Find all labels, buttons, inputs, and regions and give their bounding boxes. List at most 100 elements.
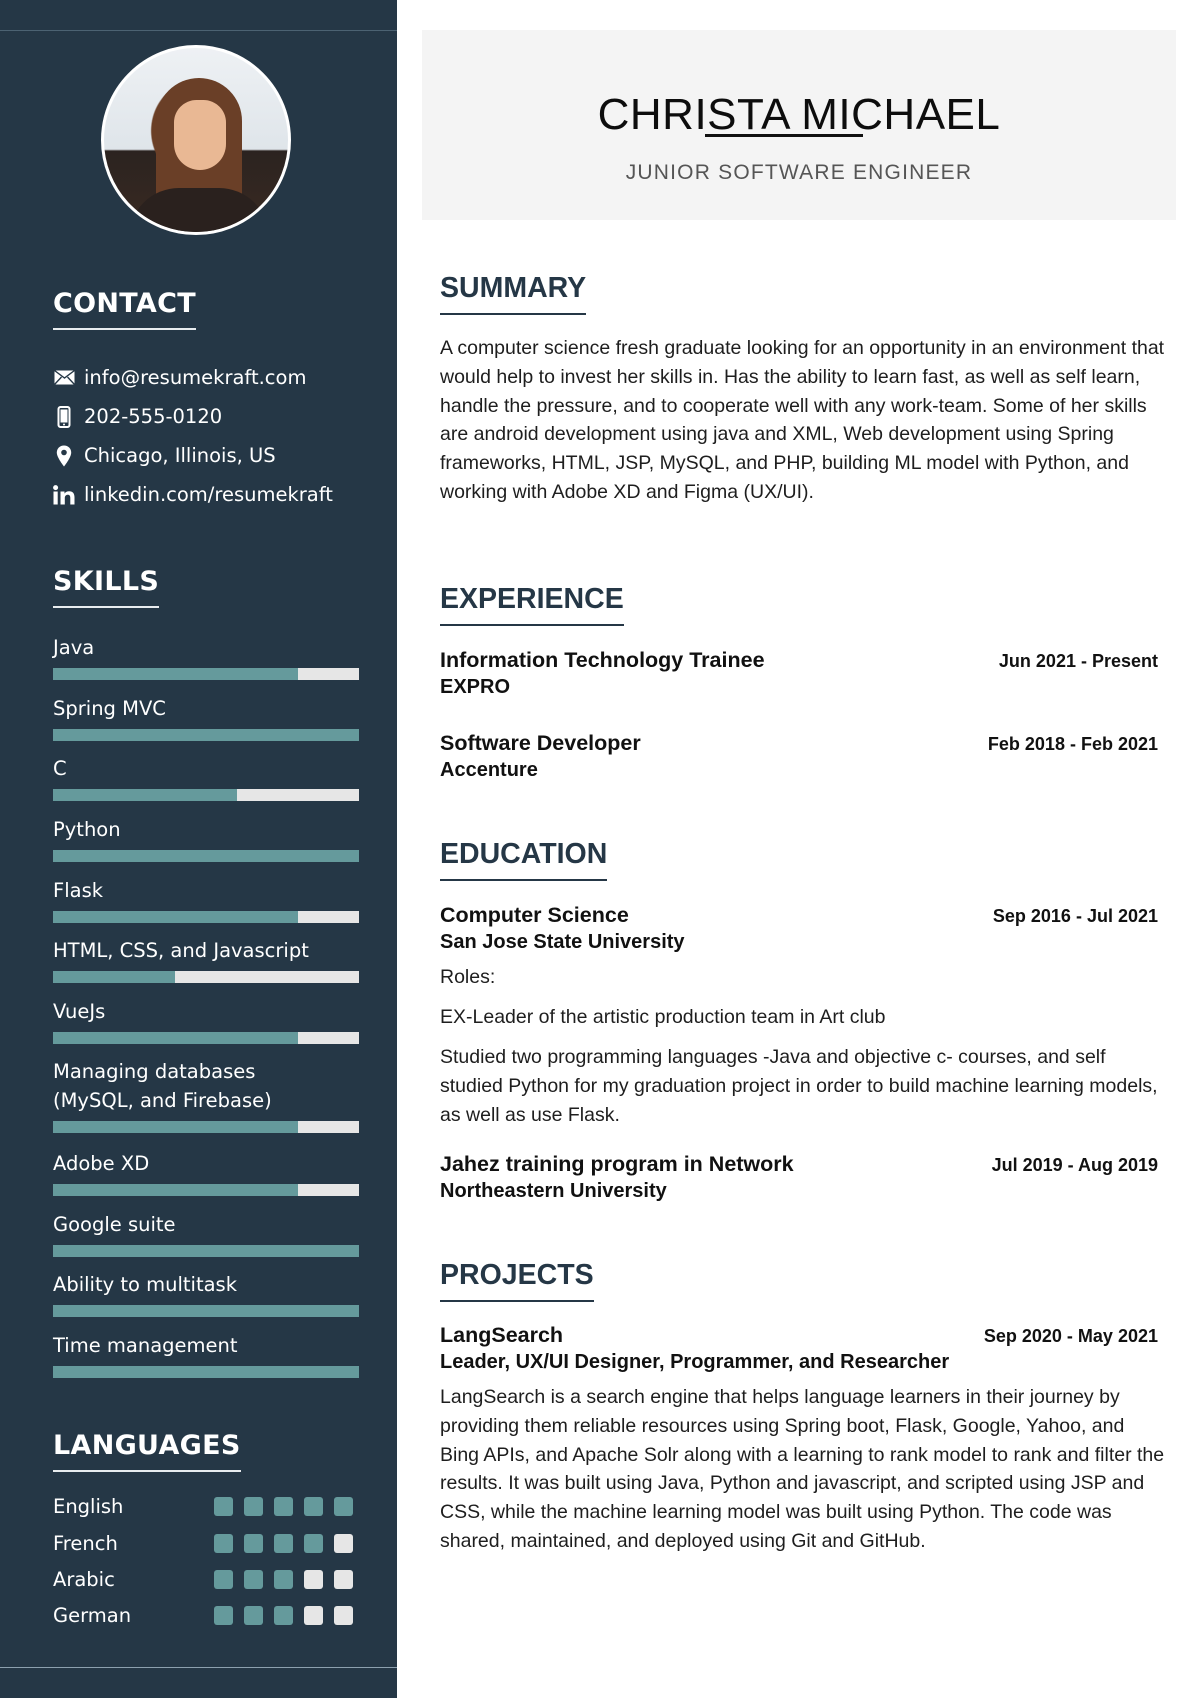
language-name: Arabic	[53, 1568, 115, 1591]
skill-item: Spring MVC	[53, 694, 359, 741]
education-detail: Roles:	[440, 966, 496, 988]
skill-level-bar	[53, 1121, 359, 1133]
skill-level-bar	[53, 971, 359, 983]
skill-level-fill	[53, 789, 237, 801]
education-date: Jul 2019 - Aug 2019	[991, 1155, 1158, 1175]
project-description: LangSearch is a search engine that helps…	[440, 1386, 1165, 1552]
experience-title: Software Developer	[440, 731, 641, 755]
skill-level-bar	[53, 1032, 359, 1044]
rating-dot-filled	[244, 1570, 263, 1589]
education-detail: EX-Leader of the artistic production tea…	[440, 1006, 886, 1028]
heading-underline	[53, 328, 196, 330]
language-item: Arabic	[53, 1568, 363, 1591]
language-item: French	[53, 1532, 363, 1555]
sidebar-divider-top	[0, 30, 397, 31]
education-date: Sep 2016 - Jul 2021	[992, 906, 1158, 926]
skill-name: Python	[53, 818, 121, 841]
skill-level-fill	[53, 668, 298, 680]
skill-level-bar	[53, 729, 359, 741]
experience-heading: EXPERIENCE	[440, 583, 624, 626]
contact-linkedin[interactable]: linkedin.com/resumekraft	[53, 483, 333, 506]
linkedin-icon	[53, 484, 75, 506]
contact-email-text: info@resumekraft.com	[84, 366, 307, 389]
skill-level-bar	[53, 1366, 359, 1378]
skill-level-bar	[53, 1305, 359, 1317]
skill-name: Managing databases (MySQL, and Firebase)	[53, 1060, 272, 1112]
contact-phone-text: 202-555-0120	[84, 405, 223, 428]
skill-item: C	[53, 754, 359, 801]
heading-underline	[440, 624, 624, 626]
skills-heading: SKILLS	[53, 566, 160, 608]
rating-dot-empty	[334, 1606, 353, 1625]
rating-dot-filled	[304, 1497, 323, 1516]
contact-location-text: Chicago, Illinois, US	[84, 444, 276, 467]
location-pin-icon	[53, 445, 75, 467]
skill-name: Time management	[53, 1334, 238, 1357]
skill-level-bar	[53, 1245, 359, 1257]
language-rating	[214, 1570, 353, 1589]
education-degree: Jahez training program in Network	[440, 1152, 794, 1176]
sidebar-divider-bottom	[0, 1667, 397, 1668]
skill-level-fill	[53, 729, 359, 741]
skill-item: Managing databases (MySQL, and Firebase)	[53, 1057, 359, 1133]
contact-location: Chicago, Illinois, US	[53, 444, 276, 467]
project-role: Leader, UX/UI Designer, Programmer, and …	[440, 1351, 950, 1373]
skill-level-bar	[53, 789, 359, 801]
education-heading: EDUCATION	[440, 838, 608, 881]
rating-dot-filled	[274, 1570, 293, 1589]
education-detail: Studied two programming languages -Java …	[440, 1046, 1158, 1126]
heading-underline	[440, 1300, 594, 1302]
skill-level-fill	[53, 850, 359, 862]
rating-dot-empty	[334, 1534, 353, 1553]
skill-item: Google suite	[53, 1210, 359, 1257]
candidate-name: CHRISTA MICHAEL	[597, 90, 1001, 139]
skill-level-fill	[53, 1366, 359, 1378]
skill-level-bar	[53, 911, 359, 923]
skill-level-fill	[53, 1032, 298, 1044]
experience-title: Information Technology Trainee	[440, 648, 765, 672]
name-divider	[705, 134, 863, 137]
projects-heading: PROJECTS	[440, 1259, 594, 1302]
experience-entry: Information Technology Trainee Jun 2021 …	[440, 648, 1158, 699]
skill-level-bar	[53, 850, 359, 862]
experience-company: EXPRO	[440, 676, 511, 698]
skill-level-fill	[53, 1121, 298, 1133]
education-degree: Computer Science	[440, 903, 629, 927]
skill-item: Ability to multitask	[53, 1270, 359, 1317]
education-entry: Jahez training program in Network Jul 20…	[440, 1152, 1158, 1203]
experience-company: Accenture	[440, 759, 538, 781]
heading-underline	[53, 606, 160, 608]
skill-item: Time management	[53, 1331, 359, 1378]
skill-name: C	[53, 757, 67, 780]
skill-name: Spring MVC	[53, 697, 166, 720]
skill-name: Java	[53, 636, 95, 659]
name-header: CHRISTA MICHAEL JUNIOR SOFTWARE ENGINEER	[422, 30, 1176, 220]
rating-dot-filled	[214, 1497, 233, 1516]
language-name: English	[53, 1495, 124, 1518]
rating-dot-filled	[244, 1534, 263, 1553]
heading-underline	[440, 879, 608, 881]
envelope-icon	[53, 367, 75, 389]
skill-level-bar	[53, 1184, 359, 1196]
contact-linkedin-text: linkedin.com/resumekraft	[84, 483, 333, 506]
language-item: English	[53, 1495, 363, 1518]
contact-heading: CONTACT	[53, 288, 196, 330]
summary-heading: SUMMARY	[440, 272, 587, 315]
education-school: San Jose State University	[440, 931, 685, 953]
rating-dot-filled	[214, 1534, 233, 1553]
contact-email[interactable]: info@resumekraft.com	[53, 366, 306, 389]
rating-dot-filled	[244, 1497, 263, 1516]
language-rating	[214, 1497, 353, 1516]
project-date: Sep 2020 - May 2021	[983, 1326, 1158, 1346]
education-entry: Computer Science Sep 2016 - Jul 2021 San…	[440, 903, 1158, 954]
skill-name: Flask	[53, 879, 104, 902]
rating-dot-filled	[214, 1606, 233, 1625]
rating-dot-filled	[274, 1497, 293, 1516]
education-school: Northeastern University	[440, 1180, 667, 1202]
skill-item: HTML, CSS, and Javascript	[53, 936, 359, 983]
skill-item: Java	[53, 633, 359, 680]
job-title: JUNIOR SOFTWARE ENGINEER	[625, 161, 973, 184]
contact-phone[interactable]: 202-555-0120	[53, 405, 222, 428]
rating-dot-filled	[274, 1606, 293, 1625]
experience-date: Jun 2021 - Present	[998, 651, 1158, 671]
